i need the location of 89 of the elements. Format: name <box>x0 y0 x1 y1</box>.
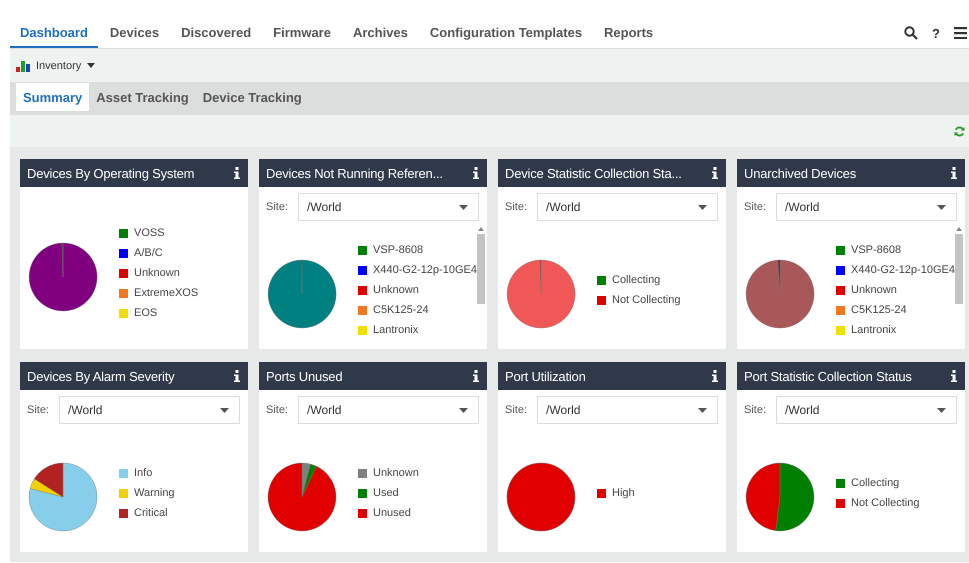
site-dropdown[interactable]: /World <box>776 396 957 424</box>
pie-chart-drawing <box>27 241 99 313</box>
site-dropdown[interactable]: /World <box>537 193 718 221</box>
info-icon[interactable] <box>473 370 479 382</box>
scroll-up-icon[interactable] <box>478 227 484 231</box>
legend-label: Lantronix <box>373 324 418 336</box>
menu-icon[interactable] <box>954 27 967 39</box>
legend-label: Info <box>134 467 152 479</box>
legend-label: Critical <box>134 507 168 519</box>
site-label: Site: <box>27 404 50 416</box>
site-dropdown[interactable]: /World <box>298 396 479 424</box>
site-label: Site: <box>744 201 766 213</box>
caret-icon <box>698 204 707 210</box>
pie-chart-drawing <box>744 461 816 533</box>
legend-label: High <box>612 487 635 499</box>
nav-tab[interactable]: Firmware <box>263 18 341 48</box>
legend-label: C5K125-24 <box>373 304 429 316</box>
caret-icon <box>459 204 468 210</box>
legend-label: Warning <box>134 487 175 499</box>
refresh-icon[interactable] <box>954 126 965 136</box>
legend-label: ExtremeXOS <box>134 287 198 299</box>
legend-label: VSP-8608 <box>373 244 424 256</box>
legend-label: Unknown <box>851 284 897 296</box>
legend-label: Unknown <box>373 284 419 296</box>
nav-tab[interactable]: Devices <box>100 18 170 48</box>
site-label: Site: <box>744 404 766 416</box>
legend-label: EOS <box>134 307 158 319</box>
site-label: Site: <box>266 404 288 416</box>
sub-tab[interactable]: Asset Tracking <box>89 83 196 111</box>
legend-label: Collecting <box>851 477 900 489</box>
legend-label: Collecting <box>612 274 660 286</box>
nav-tab[interactable]: Archives <box>342 18 418 48</box>
widget-title: Devices Not Running Referen... <box>266 166 443 180</box>
widget-title: Unarchived Devices <box>744 166 856 180</box>
pie-chart-drawing <box>505 258 577 330</box>
sub-tab[interactable]: Summary <box>16 83 90 111</box>
bar-chart-icon <box>16 60 30 72</box>
widget-title: Devices By Operating System <box>27 166 194 180</box>
legend-label: C5K125-24 <box>851 304 907 316</box>
legend-label: Not Collecting <box>851 497 920 509</box>
nav-tab[interactable]: Reports <box>594 18 664 48</box>
info-icon[interactable] <box>951 370 957 382</box>
widget-title: Devices By Alarm Severity <box>27 368 174 384</box>
legend-label: Used <box>373 487 399 499</box>
pie-chart-drawing <box>27 461 99 533</box>
widget-title: Port Statistic Collection Status <box>744 368 912 384</box>
info-icon[interactable] <box>712 370 718 382</box>
search-icon[interactable] <box>904 26 918 40</box>
pie-chart-drawing <box>266 461 338 533</box>
site-dropdown[interactable]: /World <box>776 193 957 221</box>
widget-title: Device Statistic Collection Sta... <box>505 166 682 180</box>
legend-label: X440-G2-12p-10GE4 <box>373 264 477 276</box>
legend-label: Unknown <box>373 467 419 479</box>
pie-chart-drawing <box>266 258 338 330</box>
site-label: Site: <box>266 201 288 213</box>
site-dropdown[interactable]: /World <box>298 193 479 221</box>
caret-icon <box>937 408 946 412</box>
caret-icon <box>87 63 96 68</box>
caret-icon <box>459 408 468 412</box>
legend-label: A/B/C <box>134 247 163 259</box>
legend-label: X440-G2-12p-10GE4 <box>851 264 955 276</box>
pie-chart-drawing <box>744 258 816 330</box>
info-icon[interactable] <box>473 167 479 179</box>
widget-title: Port Utilization <box>505 368 586 384</box>
info-icon[interactable] <box>234 370 240 382</box>
sub-tab[interactable]: Device Tracking <box>196 83 309 111</box>
nav-tab[interactable]: Discovered <box>171 18 262 48</box>
site-dropdown[interactable]: /World <box>537 396 718 424</box>
caret-icon <box>698 408 707 412</box>
scroll-up-icon[interactable] <box>956 227 962 231</box>
legend-label: Unused <box>373 507 411 519</box>
widget-title: Ports Unused <box>266 368 342 384</box>
help-button[interactable]: ? <box>932 26 940 40</box>
legend-label: Not Collecting <box>612 294 680 306</box>
caret-icon <box>937 204 946 210</box>
site-label: Site: <box>505 404 528 416</box>
inventory-dropdown[interactable]: Inventory <box>16 60 96 72</box>
info-icon[interactable] <box>234 167 240 179</box>
legend-label: VOSS <box>134 227 165 239</box>
info-icon[interactable] <box>951 167 957 179</box>
legend-label: Lantronix <box>851 324 896 336</box>
info-icon[interactable] <box>712 167 718 179</box>
legend-label: VSP-8608 <box>851 244 902 256</box>
nav-tab[interactable]: Configuration Templates <box>420 18 592 48</box>
pie-chart-drawing <box>505 461 577 533</box>
site-label: Site: <box>505 201 528 213</box>
site-dropdown[interactable]: /World <box>59 396 240 424</box>
legend-label: Unknown <box>134 267 180 279</box>
caret-icon <box>220 408 229 412</box>
